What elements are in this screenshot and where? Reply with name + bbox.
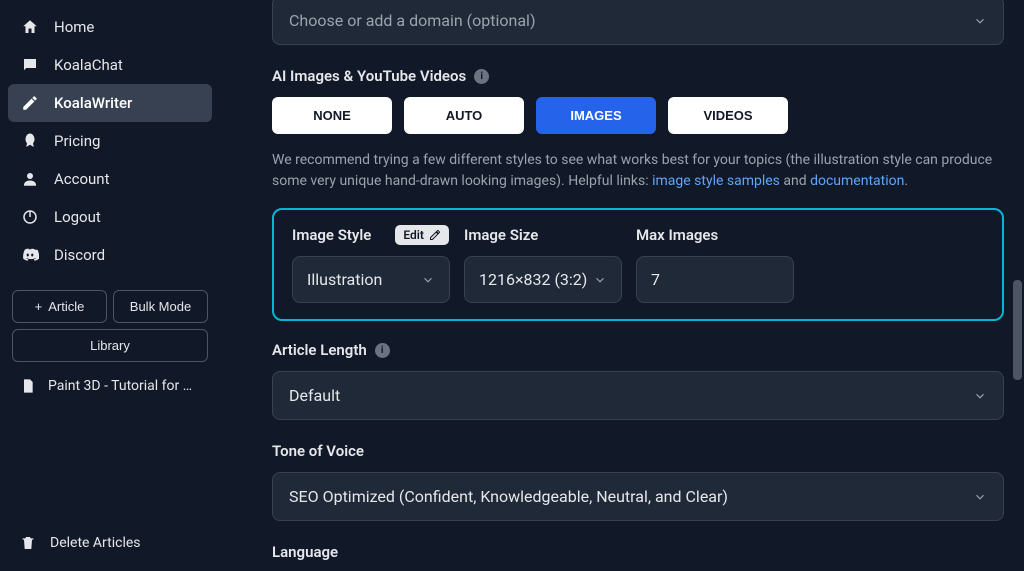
sidebar-item-label: Account xyxy=(54,170,110,188)
button-label: Bulk Mode xyxy=(130,299,191,314)
toggle-none[interactable]: NONE xyxy=(272,97,392,134)
field-label: Image Style xyxy=(292,226,371,244)
label-text: Tone of Voice xyxy=(272,442,364,460)
trash-icon xyxy=(20,535,36,551)
button-label: Delete Articles xyxy=(50,535,141,551)
document-icon xyxy=(20,378,36,394)
info-icon[interactable]: i xyxy=(375,343,390,358)
image-size-select[interactable]: 1216×832 (3:2) xyxy=(464,256,622,303)
image-style-field: Image Style Edit Illustration xyxy=(292,224,450,303)
image-style-select[interactable]: Illustration xyxy=(292,256,450,303)
placeholder-text: Choose or add a domain (optional) xyxy=(289,11,536,30)
document-title: Paint 3D - Tutorial for Be... xyxy=(48,378,200,394)
plus-icon: + xyxy=(35,299,43,314)
sidebar-item-koalachat[interactable]: KoalaChat xyxy=(8,46,212,84)
field-label: Max Images xyxy=(636,226,718,244)
help-sep: and xyxy=(780,173,810,189)
sidebar-item-label: KoalaChat xyxy=(54,56,123,74)
home-icon xyxy=(20,17,40,37)
field-label: Image Size xyxy=(464,226,538,244)
select-value: SEO Optimized (Confident, Knowledgeable,… xyxy=(289,487,728,506)
article-length-label: Article Length i xyxy=(272,341,1004,359)
rocket-icon xyxy=(20,131,40,151)
edit-style-button[interactable]: Edit xyxy=(395,225,449,245)
help-text: We recommend trying a few different styl… xyxy=(272,150,1004,192)
chevron-down-icon xyxy=(973,490,987,504)
sidebar-item-account[interactable]: Account xyxy=(8,160,212,198)
info-icon[interactable]: i xyxy=(474,69,489,84)
scrollbar-thumb[interactable] xyxy=(1013,280,1022,380)
recent-document[interactable]: Paint 3D - Tutorial for Be... xyxy=(8,368,212,404)
media-toggle-group: NONE AUTO IMAGES VIDEOS xyxy=(272,97,1004,134)
documentation-link[interactable]: documentation xyxy=(810,173,904,189)
button-label: Library xyxy=(90,338,130,353)
domain-dropdown[interactable]: Choose or add a domain (optional) xyxy=(272,0,1004,45)
bulk-mode-button[interactable]: Bulk Mode xyxy=(113,290,208,323)
sidebar-item-pricing[interactable]: Pricing xyxy=(8,122,212,160)
article-length-dropdown[interactable]: Default xyxy=(272,371,1004,420)
max-images-field: Max Images 7 xyxy=(636,224,794,303)
media-section-label: AI Images & YouTube Videos i xyxy=(272,67,1004,85)
sidebar-item-label: Discord xyxy=(54,246,105,264)
select-value: 1216×832 (3:2) xyxy=(479,270,587,289)
sidebar-item-label: Logout xyxy=(54,208,101,226)
image-options-box: Image Style Edit Illustration Image Size… xyxy=(272,208,1004,321)
button-label: Article xyxy=(48,299,84,314)
library-button[interactable]: Library xyxy=(12,329,208,362)
label-text: Language xyxy=(272,543,338,561)
new-article-button[interactable]: + Article xyxy=(12,290,107,323)
image-size-field: Image Size 1216×832 (3:2) xyxy=(464,224,622,303)
main-content: Choose or add a domain (optional) AI Ima… xyxy=(220,0,1024,571)
label-text: AI Images & YouTube Videos xyxy=(272,67,466,85)
user-icon xyxy=(20,169,40,189)
help-dot: . xyxy=(904,173,908,189)
sidebar-item-logout[interactable]: Logout xyxy=(8,198,212,236)
edit-icon xyxy=(20,93,40,113)
sidebar-item-discord[interactable]: Discord xyxy=(8,236,212,274)
select-value: Default xyxy=(289,386,340,405)
image-style-samples-link[interactable]: image style samples xyxy=(652,173,780,189)
sidebar-item-label: Pricing xyxy=(54,132,100,150)
sidebar: Home KoalaChat KoalaWriter Pricing Accou… xyxy=(0,0,220,571)
toggle-auto[interactable]: AUTO xyxy=(404,97,524,134)
sidebar-item-label: Home xyxy=(54,18,94,36)
delete-articles-button[interactable]: Delete Articles xyxy=(8,523,212,563)
label-text: Article Length xyxy=(272,341,367,359)
chevron-down-icon xyxy=(973,389,987,403)
sidebar-item-home[interactable]: Home xyxy=(8,8,212,46)
sidebar-item-koalawriter[interactable]: KoalaWriter xyxy=(8,84,212,122)
edit-label: Edit xyxy=(403,228,424,242)
chat-icon xyxy=(20,55,40,75)
language-label: Language xyxy=(272,543,1004,561)
chevron-down-icon xyxy=(421,273,435,287)
max-images-input[interactable]: 7 xyxy=(636,256,794,303)
sidebar-item-label: KoalaWriter xyxy=(54,94,132,112)
chevron-down-icon xyxy=(593,273,607,287)
toggle-videos[interactable]: VIDEOS xyxy=(668,97,788,134)
select-value: Illustration xyxy=(307,270,382,289)
chevron-down-icon xyxy=(973,14,987,28)
tone-dropdown[interactable]: SEO Optimized (Confident, Knowledgeable,… xyxy=(272,472,1004,521)
power-icon xyxy=(20,207,40,227)
tone-label: Tone of Voice xyxy=(272,442,1004,460)
toggle-images[interactable]: IMAGES xyxy=(536,97,656,134)
pencil-icon xyxy=(429,229,441,241)
discord-icon xyxy=(20,245,40,265)
